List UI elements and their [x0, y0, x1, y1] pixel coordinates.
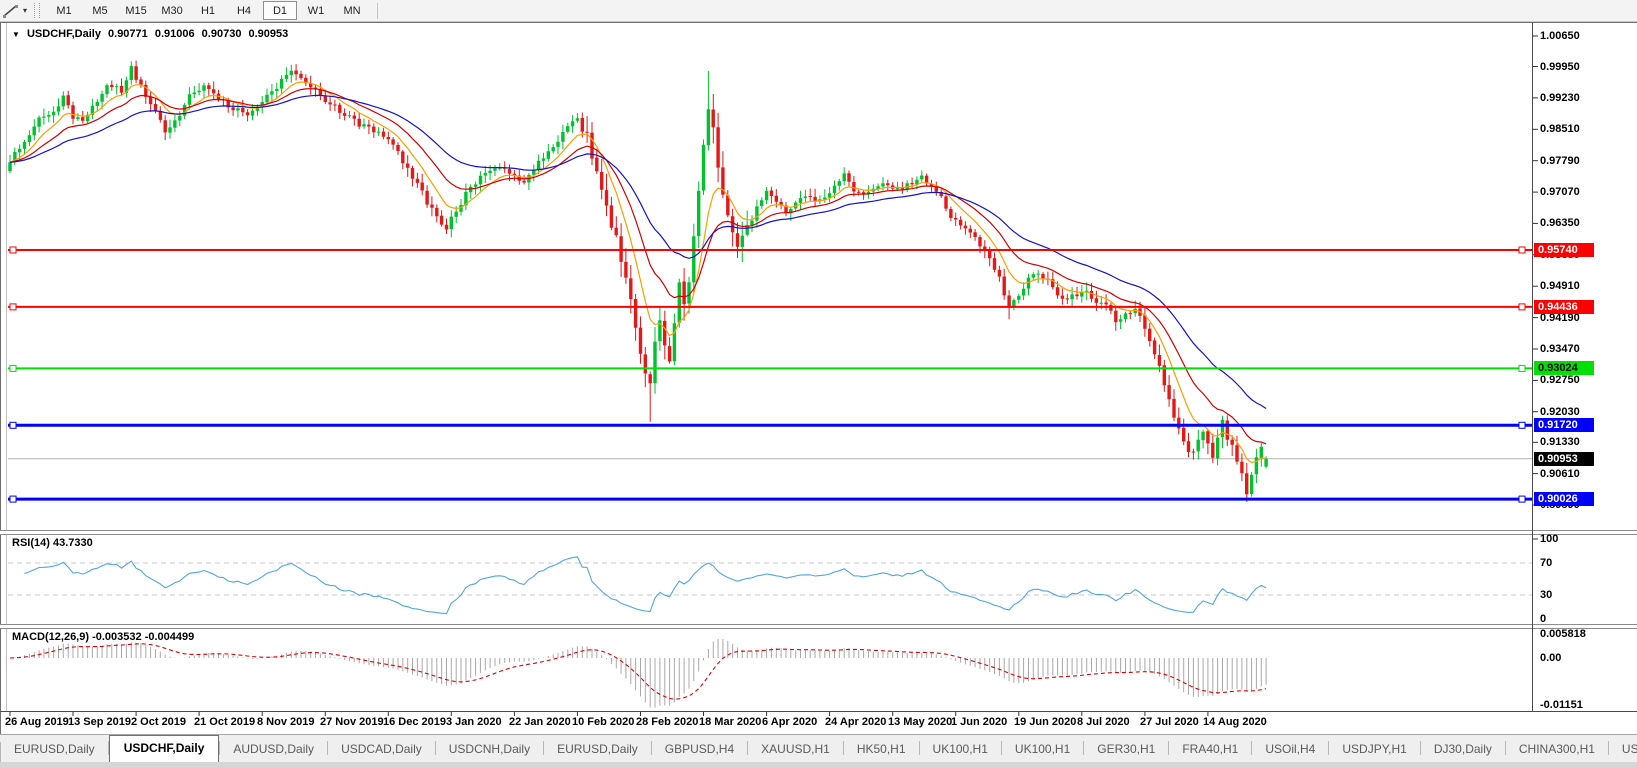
- macd-scale-label: 0.00: [1540, 652, 1562, 664]
- date-tick-label: 3 Jan 2020: [446, 716, 502, 728]
- ohlc-high: 0.91006: [154, 28, 195, 40]
- chart-dropdown-icon[interactable]: ▼: [12, 30, 20, 39]
- chart-tab-usdjpy-h1[interactable]: USDJPY,H1: [1329, 738, 1419, 762]
- ohlc-open: 0.90771: [108, 28, 148, 40]
- price-tick-label: 0.97790: [1540, 155, 1580, 167]
- date-tick-label: 21 Oct 2019: [194, 716, 256, 728]
- price-line-tag[interactable]: 0.91720: [1534, 418, 1594, 432]
- macd-label: MACD(12,26,9) -0.003532 -0.004499: [12, 631, 195, 643]
- chart-tab-fra40-h1[interactable]: FRA40,H1: [1169, 738, 1251, 762]
- price-line-tag[interactable]: 0.90026: [1534, 492, 1594, 506]
- chart-tab-bar: EURUSD,Daily USDCHF,Daily AUDUSD,Daily USDC…: [0, 735, 1637, 762]
- current-price-tag: 0.90953: [1534, 452, 1594, 466]
- macd-values: -0.003532 -0.004499: [92, 631, 195, 643]
- chart-tab-uk100-h1[interactable]: UK100,H1: [920, 738, 1001, 762]
- chart-tab-ger30-h1[interactable]: GER30,H1: [1084, 738, 1168, 762]
- chart-tab-usoil-h1[interactable]: USOil,H1: [1609, 738, 1637, 762]
- date-tick-label: 13 Sep 2019: [68, 716, 131, 728]
- price-tick-label: 0.98510: [1540, 123, 1580, 135]
- price-tick-label: 0.96350: [1540, 217, 1580, 229]
- chart-canvas[interactable]: [0, 0, 1637, 768]
- date-tick-label: 6 Apr 2020: [762, 716, 818, 728]
- chart-tab-usdcad-daily[interactable]: USDCAD,Daily: [328, 738, 435, 762]
- chart-tab-uk100-h1[interactable]: UK100,H1: [1002, 738, 1083, 762]
- date-tick-label: 26 Aug 2019: [5, 716, 69, 728]
- chart-header[interactable]: ▼ USDCHF,Daily 0.90771 0.91006 0.90730 0…: [12, 28, 292, 40]
- price-line-tag[interactable]: 0.93024: [1534, 361, 1594, 375]
- date-tick-label: 10 Feb 2020: [572, 716, 635, 728]
- rsi-macd-separator[interactable]: [0, 624, 1637, 629]
- chart-tab-eurusd-daily[interactable]: EURUSD,Daily: [1, 738, 108, 762]
- date-tick-label: 28 Feb 2020: [636, 716, 699, 728]
- rsi-scale-label: 100: [1540, 533, 1559, 545]
- price-tick-label: 0.97070: [1540, 186, 1580, 198]
- chart-tab-dj30-daily[interactable]: DJ30,Daily: [1421, 738, 1505, 762]
- price-line-tag[interactable]: 0.94436: [1534, 300, 1594, 314]
- date-tick-label: 2 Oct 2019: [131, 716, 187, 728]
- chart-tab-audusd-daily[interactable]: AUDUSD,Daily: [220, 738, 327, 762]
- date-tick-label: 27 Jul 2020: [1140, 716, 1199, 728]
- date-tick-label: 8 Nov 2019: [257, 716, 315, 728]
- chart-tab-gbpusd-h4[interactable]: GBPUSD,H4: [652, 738, 747, 762]
- chart-symbol-label: USDCHF,Daily: [26, 28, 101, 40]
- chart-tab-usdcnh-daily[interactable]: USDCNH,Daily: [436, 738, 543, 762]
- price-line-tag[interactable]: 0.95740: [1534, 243, 1594, 257]
- date-tick-label: 8 Jul 2020: [1077, 716, 1130, 728]
- rsi-scale-label: 0: [1540, 613, 1547, 625]
- chart-tab-china300-h1[interactable]: CHINA300,H1: [1506, 738, 1608, 762]
- chart-tab-usdchf-daily[interactable]: USDCHF,Daily: [108, 735, 220, 762]
- date-tick-label: 13 May 2020: [888, 716, 953, 728]
- rsi-label: RSI(14) 43.7330: [12, 537, 93, 549]
- rsi-scale-label: 70: [1540, 557, 1553, 569]
- price-tick-label: 0.99230: [1540, 92, 1580, 104]
- price-tick-label: 0.92030: [1540, 406, 1580, 418]
- price-tick-label: 0.91330: [1540, 436, 1580, 448]
- price-tick-label: 1.00650: [1540, 30, 1580, 42]
- chart-tab-hk50-h1[interactable]: HK50,H1: [844, 738, 919, 762]
- macd-scale-label: 0.005818: [1540, 628, 1586, 640]
- mt4-terminal: { "toolbar": { "timeframes": ["M1","M5",…: [0, 0, 1637, 768]
- price-tick-label: 0.99950: [1540, 61, 1580, 73]
- price-tick-label: 0.90610: [1540, 468, 1580, 480]
- date-tick-label: 19 Jun 2020: [1014, 716, 1077, 728]
- ohlc-close: 0.90953: [248, 28, 289, 40]
- chart-tab-eurusd-daily[interactable]: EURUSD,Daily: [544, 738, 651, 762]
- date-tick-label: 22 Jan 2020: [509, 716, 571, 728]
- price-axis-line: [1532, 23, 1533, 711]
- price-tick-label: 0.93470: [1540, 343, 1580, 355]
- date-tick-label: 1 Jun 2020: [951, 716, 1008, 728]
- chart-tab-xauusd-h1[interactable]: XAUUSD,H1: [748, 738, 843, 762]
- price-tick-label: 0.92750: [1540, 374, 1580, 386]
- time-axis-line: [0, 711, 1637, 712]
- date-tick-label: 27 Nov 2019: [320, 716, 384, 728]
- date-tick-label: 24 Apr 2020: [825, 716, 887, 728]
- main-rsi-separator[interactable]: [0, 530, 1637, 535]
- date-tick-label: 16 Dec 2019: [383, 716, 446, 728]
- chart-tab-usoil-h4[interactable]: USOil,H4: [1252, 738, 1328, 762]
- price-tick-label: 0.94910: [1540, 280, 1580, 292]
- rsi-value: 43.7330: [52, 537, 93, 549]
- date-tick-label: 14 Aug 2020: [1203, 716, 1267, 728]
- ohlc-low: 0.90730: [201, 28, 242, 40]
- date-tick-label: 18 Mar 2020: [699, 716, 762, 728]
- macd-scale-label: -0.01151: [1540, 699, 1583, 711]
- rsi-scale-label: 30: [1540, 589, 1553, 601]
